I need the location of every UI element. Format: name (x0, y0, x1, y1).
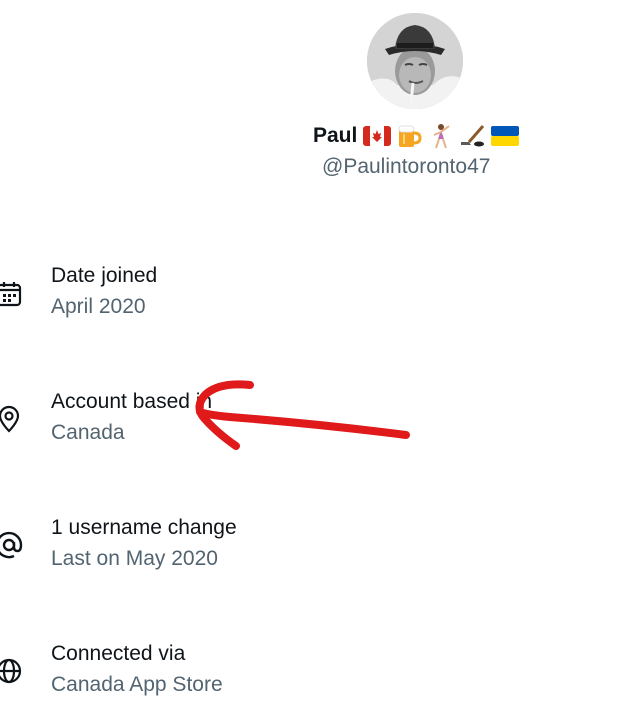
globe-icon (0, 656, 24, 686)
avatar[interactable] (367, 13, 463, 109)
connected-via-value: Canada App Store (51, 673, 223, 696)
calendar-icon (0, 278, 24, 308)
canada-flag-emoji (363, 124, 392, 148)
profile-handle[interactable]: @Paulintoronto47 (322, 155, 490, 179)
hockey-stick-puck-emoji (459, 124, 487, 148)
username-change-item: 1 username change Last on May 2020 (0, 516, 600, 580)
connected-via-item: Connected via Canada App Store (0, 642, 600, 706)
display-name-row: Paul (313, 121, 520, 151)
ukraine-flag-emoji (491, 124, 520, 148)
connected-via-label: Connected via (51, 642, 186, 665)
avatar-photo (367, 13, 463, 109)
display-name: Paul (313, 124, 358, 147)
account-info-page: Paul @Paulintoronto47 Date joined April … (0, 0, 644, 720)
account-based-in-item: Account based in Canada (0, 390, 600, 454)
date-joined-item: Date joined April 2020 (0, 264, 600, 328)
location-pin-icon (0, 404, 24, 434)
dancing-person-emoji (427, 124, 455, 149)
at-sign-icon (0, 530, 24, 560)
username-change-label: 1 username change (51, 516, 237, 539)
account-based-in-value: Canada (51, 421, 125, 444)
beer-mug-emoji (395, 124, 423, 148)
account-based-in-label: Account based in (51, 390, 213, 413)
date-joined-label: Date joined (51, 264, 158, 287)
date-joined-value: April 2020 (51, 295, 146, 318)
username-change-value: Last on May 2020 (51, 547, 218, 570)
